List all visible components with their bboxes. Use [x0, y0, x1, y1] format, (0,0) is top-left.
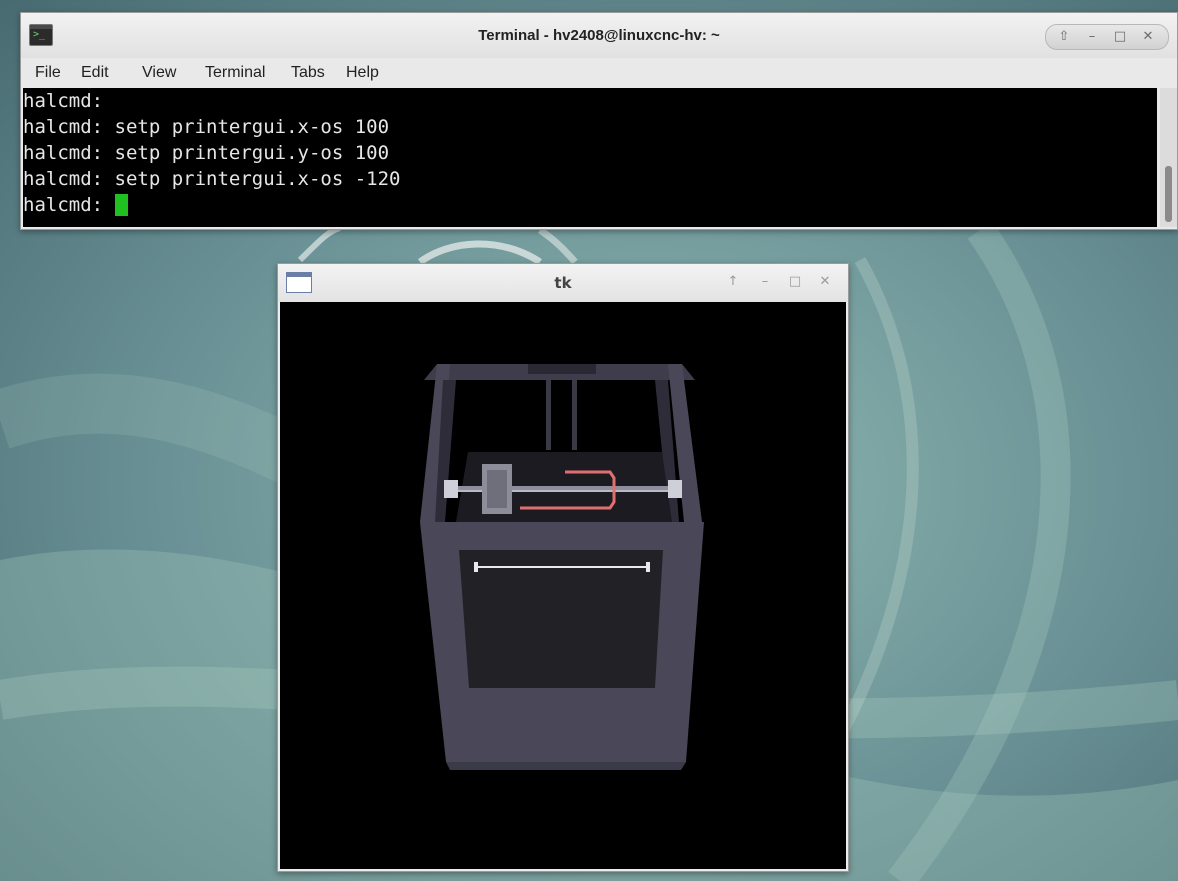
- menu-tabs[interactable]: Tabs: [291, 64, 325, 82]
- maximize-button[interactable]: □: [1110, 27, 1130, 47]
- terminal-line: halcmd: setp printergui.x-os 100: [23, 116, 390, 138]
- menu-file[interactable]: File: [35, 64, 61, 82]
- menu-help[interactable]: Help: [346, 64, 379, 82]
- tk-minimize-button[interactable]: –: [756, 273, 774, 291]
- terminal-scrollbar[interactable]: [1160, 88, 1177, 227]
- tk-close-button[interactable]: ✕: [816, 273, 834, 291]
- menu-terminal[interactable]: Terminal: [205, 64, 265, 82]
- terminal-line: halcmd: setp printergui.x-os -120: [23, 168, 401, 190]
- close-button[interactable]: ✕: [1138, 27, 1158, 47]
- x-axis-left-block: [444, 480, 458, 498]
- printer-base: [446, 762, 686, 770]
- terminal-prompt: halcmd:: [23, 194, 115, 216]
- tk-shade-button[interactable]: ↑: [724, 273, 742, 291]
- printer-top-bracket: [528, 364, 596, 374]
- shade-button[interactable]: ⇧: [1054, 27, 1074, 47]
- minimize-button[interactable]: –: [1082, 27, 1102, 47]
- x-axis-rod-highlight: [446, 490, 678, 492]
- menu-edit[interactable]: Edit: [81, 64, 109, 82]
- z-rod-right: [572, 380, 577, 450]
- terminal-line: halcmd: setp printergui.y-os 100: [23, 142, 390, 164]
- printer-front-window: [459, 550, 663, 688]
- menu-view[interactable]: View: [142, 64, 176, 82]
- printer-3d-view[interactable]: [280, 302, 846, 869]
- terminal-menubar: File Edit View Terminal Tabs Help: [21, 58, 1177, 88]
- terminal-prompt-line: halcmd:: [23, 194, 128, 216]
- print-head-shading: [487, 470, 507, 508]
- window-controls: ⇧ – □ ✕: [1045, 24, 1169, 50]
- terminal-cursor: [114, 194, 128, 216]
- terminal-line: halcmd:: [23, 90, 104, 112]
- x-axis-right-block: [668, 480, 682, 498]
- z-rod-left: [546, 380, 551, 450]
- tk-window[interactable]: tk ↑ – □ ✕: [277, 263, 849, 872]
- front-x-bar-right-end: [646, 562, 650, 572]
- scrollbar-thumb[interactable]: [1165, 166, 1172, 222]
- printer-model-render: [420, 364, 704, 770]
- front-x-bar: [474, 566, 650, 568]
- tk-titlebar[interactable]: tk ↑ – □ ✕: [278, 264, 848, 302]
- terminal-titlebar[interactable]: >_ Terminal - hv2408@linuxcnc-hv: ~ ⇧ – …: [21, 13, 1177, 58]
- terminal-title: Terminal - hv2408@linuxcnc-hv: ~: [478, 27, 720, 44]
- terminal-window[interactable]: >_ Terminal - hv2408@linuxcnc-hv: ~ ⇧ – …: [20, 12, 1178, 230]
- front-x-bar-left-end: [474, 562, 478, 572]
- tk-maximize-button[interactable]: □: [786, 273, 804, 291]
- terminal-output[interactable]: halcmd: halcmd: setp printergui.x-os 100…: [23, 88, 1157, 227]
